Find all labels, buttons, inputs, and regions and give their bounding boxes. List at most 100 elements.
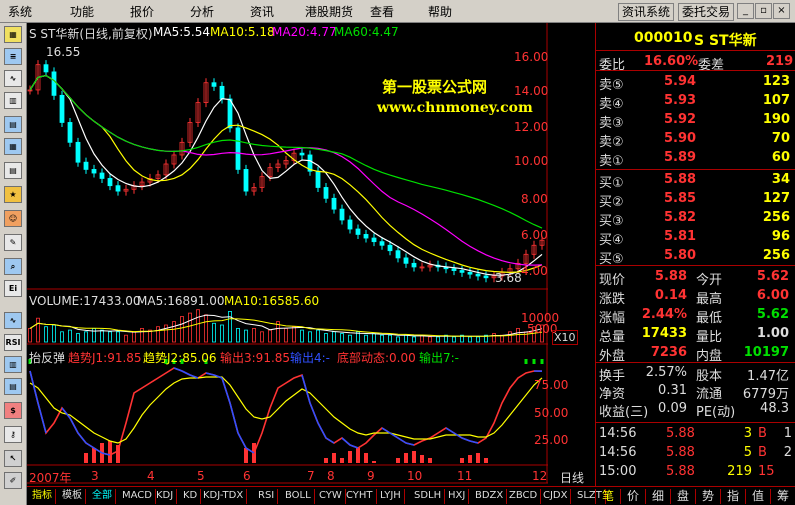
ind-out4: 输出4:- [290, 351, 331, 365]
dollar-icon[interactable]: $ [4, 402, 22, 419]
out4-segment [77, 432, 87, 444]
indicator-tab[interactable]: 指标 [29, 489, 56, 504]
sell-row[interactable]: 卖⑤ 5.94 123 [596, 74, 795, 93]
indicator-tab[interactable]: CJDX [540, 489, 572, 504]
volume-bar [260, 331, 264, 343]
restore-icon[interactable]: ▫ [755, 3, 772, 19]
list-icon[interactable]: ≡ [4, 48, 22, 65]
buy-row[interactable]: 买③ 5.82 256 [596, 210, 795, 229]
table-icon[interactable]: ▤ [4, 116, 22, 133]
tick-price: 5.88 [666, 464, 695, 479]
doc-icon[interactable]: ▤ [4, 378, 22, 395]
sell-row[interactable]: 卖③ 5.92 190 [596, 112, 795, 131]
chart-area[interactable]: S ST华新(日线,前复权) MA5:5.54 MA10:5.18 MA20:4… [27, 23, 578, 505]
buy-row[interactable]: 买② 5.85 127 [596, 191, 795, 210]
buy-row[interactable]: 买⑤ 5.80 256 [596, 248, 795, 267]
ind-trend2: 趋势J2:85.06 [143, 351, 217, 365]
trade-button[interactable]: 委托交易 [678, 3, 735, 21]
grid-icon[interactable]: ▦ [4, 138, 22, 155]
pen-icon[interactable]: ✐ [4, 472, 22, 489]
side-tab[interactable]: 笔 [595, 489, 620, 504]
close-icon[interactable]: × [773, 3, 790, 19]
volume-bar [476, 336, 480, 343]
date-label: 11 [457, 469, 473, 483]
buy-label: 买② [599, 195, 624, 210]
menu-help[interactable]: 帮助 [428, 3, 452, 20]
indicator-tab[interactable]: CYHT [343, 489, 377, 504]
sell-price: 5.92 [664, 112, 697, 127]
menu-hk-futures[interactable]: 港股期货 [305, 3, 353, 20]
buy-row[interactable]: 买① 5.88 34 [596, 172, 795, 191]
volume-bar [196, 309, 200, 343]
indicator-name[interactable]: 抬反弹 [29, 349, 65, 366]
side-tab[interactable]: 细 [645, 489, 670, 504]
indicator-tab[interactable]: RSI [255, 489, 279, 504]
people-icon[interactable]: ☺ [4, 210, 22, 227]
out4-segment [405, 442, 415, 446]
indicator-tab[interactable]: LYJH [377, 489, 405, 504]
volume-bar [92, 327, 96, 343]
report-icon[interactable]: ▤ [4, 162, 22, 179]
side-tab[interactable]: 值 [745, 489, 770, 504]
side-tab[interactable]: 势 [695, 489, 720, 504]
search-icon[interactable]: ⌕ [4, 258, 22, 275]
sell-volume: 107 [762, 93, 790, 108]
menu-news[interactable]: 资讯 [250, 3, 274, 20]
chart-icon[interactable]: ▥ [4, 356, 22, 373]
indicator-tab[interactable]: SDLH [411, 489, 446, 504]
sell-row[interactable]: 卖④ 5.93 107 [596, 93, 795, 112]
star-icon[interactable]: ★ [4, 186, 22, 203]
volume-unit: X10 [552, 330, 578, 345]
side-tab[interactable]: 盘 [670, 489, 695, 504]
buy-label: 买① [599, 176, 624, 191]
weicha-value: 219 [766, 54, 794, 69]
indicator-tab[interactable]: 全部 [89, 489, 116, 504]
market-icon[interactable]: ▦ [4, 26, 22, 43]
menu-system[interactable]: 系统 [8, 3, 32, 20]
key-icon[interactable]: ⚷ [4, 426, 22, 443]
indicator-tab[interactable]: 模板 [59, 489, 86, 504]
indicator-tab[interactable]: MACD [119, 489, 156, 504]
indicator-tab[interactable]: CYW [316, 489, 346, 504]
minimize-icon[interactable]: _ [737, 3, 754, 19]
indicator-tab[interactable]: ZBCD [506, 489, 542, 504]
bottom-bar [340, 458, 344, 463]
candle-body [395, 250, 401, 259]
side-tab[interactable]: 筹 [770, 489, 795, 504]
indicator-tab[interactable]: HXJ [445, 489, 470, 504]
menu-quote[interactable]: 报价 [130, 3, 154, 20]
sell-row[interactable]: 卖② 5.90 70 [596, 131, 795, 150]
kline-icon[interactable]: ▥ [4, 92, 22, 109]
period-label[interactable]: 日线 [560, 469, 584, 486]
tools-icon[interactable]: ✎ [4, 234, 22, 251]
volume-bar [172, 321, 176, 343]
menu-analysis[interactable]: 分析 [190, 3, 214, 20]
info-icon[interactable]: Ei [4, 280, 22, 297]
buy-price: 5.85 [664, 191, 697, 206]
date-label: 6 [243, 469, 251, 483]
date-label: 12 [532, 469, 548, 483]
side-tab[interactable]: 价 [620, 489, 645, 504]
side-tab[interactable]: 指 [720, 489, 745, 504]
menu-view[interactable]: 查看 [370, 3, 394, 20]
rsi-icon[interactable]: RSI [4, 334, 22, 351]
out4-segment [325, 437, 335, 444]
indicator-tab[interactable]: KDJ-TDX [200, 489, 248, 504]
stock-code: 000010 [634, 30, 693, 46]
wave-icon[interactable]: ∿ [4, 312, 22, 329]
menu-function[interactable]: 功能 [70, 3, 94, 20]
fin-label: 收益(三) [599, 405, 649, 420]
indicator-tab[interactable]: KDJ [153, 489, 178, 504]
bottom-bar [348, 451, 352, 463]
buy-row[interactable]: 买④ 5.81 96 [596, 229, 795, 248]
sell-row[interactable]: 卖① 5.89 60 [596, 150, 795, 169]
news-system-button[interactable]: 资讯系统 [618, 3, 675, 21]
indicator-tab[interactable]: BDZX [472, 489, 508, 504]
line-chart-icon[interactable]: ∿ [4, 70, 22, 87]
indicator-tab[interactable]: BOLL [282, 489, 315, 504]
volume-label: VOLUME:17433.00 [29, 294, 141, 308]
indicator-tab[interactable]: KD [180, 489, 202, 504]
volume-bar [68, 329, 72, 343]
cursor-icon[interactable]: ↖ [4, 450, 22, 467]
volume-bar [332, 331, 336, 343]
